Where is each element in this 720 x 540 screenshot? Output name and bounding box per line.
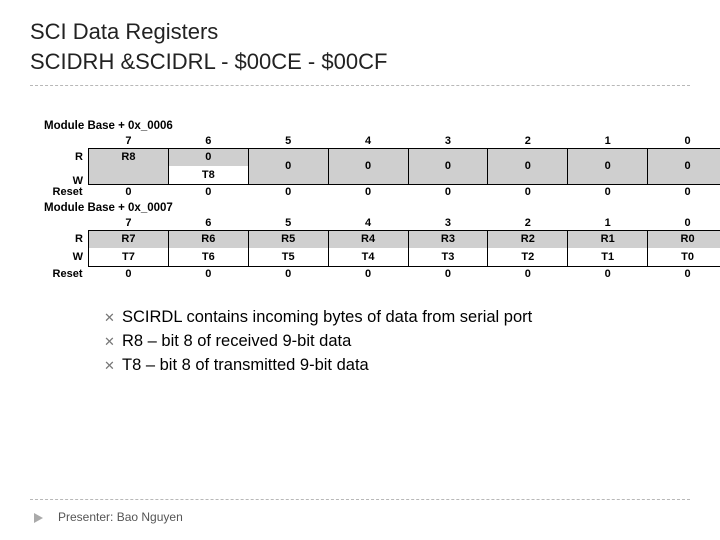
read-row-1: RR8 0 0 0 0 0 0 0 xyxy=(89,148,720,166)
title-divider xyxy=(30,85,690,86)
write-row-2: WT7 T6 T5 T4 T3 T2 T1 T0 xyxy=(89,248,720,266)
slide-title-2: SCIDRH &SCIDRL - $00CE - $00CF xyxy=(30,48,690,76)
bullet-icon: ✕ xyxy=(104,357,122,376)
register-table-2: 7 6 5 4 3 2 1 0 RR7 R6 R5 R4 R3 R2 R1 R0… xyxy=(88,216,720,282)
presenter-label: Presenter: Bao Nguyen xyxy=(58,510,183,524)
module-base-1: Module Base + 0x_0006 xyxy=(44,120,682,132)
bullet-icon: ✕ xyxy=(104,333,122,352)
bullet-icon: ✕ xyxy=(104,309,122,328)
list-item: ✕T8 – bit 8 of transmitted 9-bit data xyxy=(104,354,690,378)
slide-title-1: SCI Data Registers xyxy=(30,18,690,46)
module-base-2: Module Base + 0x_0007 xyxy=(44,202,682,214)
reset-row-2: Reset0 0 0 0 0 0 0 0 xyxy=(89,266,720,282)
register-diagrams: Module Base + 0x_0006 7 6 5 4 3 2 1 0 RR… xyxy=(30,120,690,282)
footer-arrow-icon xyxy=(34,513,43,523)
register-table-1: 7 6 5 4 3 2 1 0 RR8 0 0 0 0 0 0 0 W T8 R… xyxy=(88,134,720,200)
list-item: ✕R8 – bit 8 of received 9-bit data xyxy=(104,330,690,354)
bit-header-row-2: 7 6 5 4 3 2 1 0 xyxy=(89,216,720,230)
bit-header-row-1: 7 6 5 4 3 2 1 0 xyxy=(89,134,720,148)
list-item: ✕SCIRDL contains incoming bytes of data … xyxy=(104,306,690,330)
read-row-2: RR7 R6 R5 R4 R3 R2 R1 R0 xyxy=(89,230,720,248)
footer-divider xyxy=(30,499,690,500)
reset-row-1: Reset0 0 0 0 0 0 0 0 xyxy=(89,184,720,200)
bullet-list: ✕SCIRDL contains incoming bytes of data … xyxy=(104,306,690,378)
